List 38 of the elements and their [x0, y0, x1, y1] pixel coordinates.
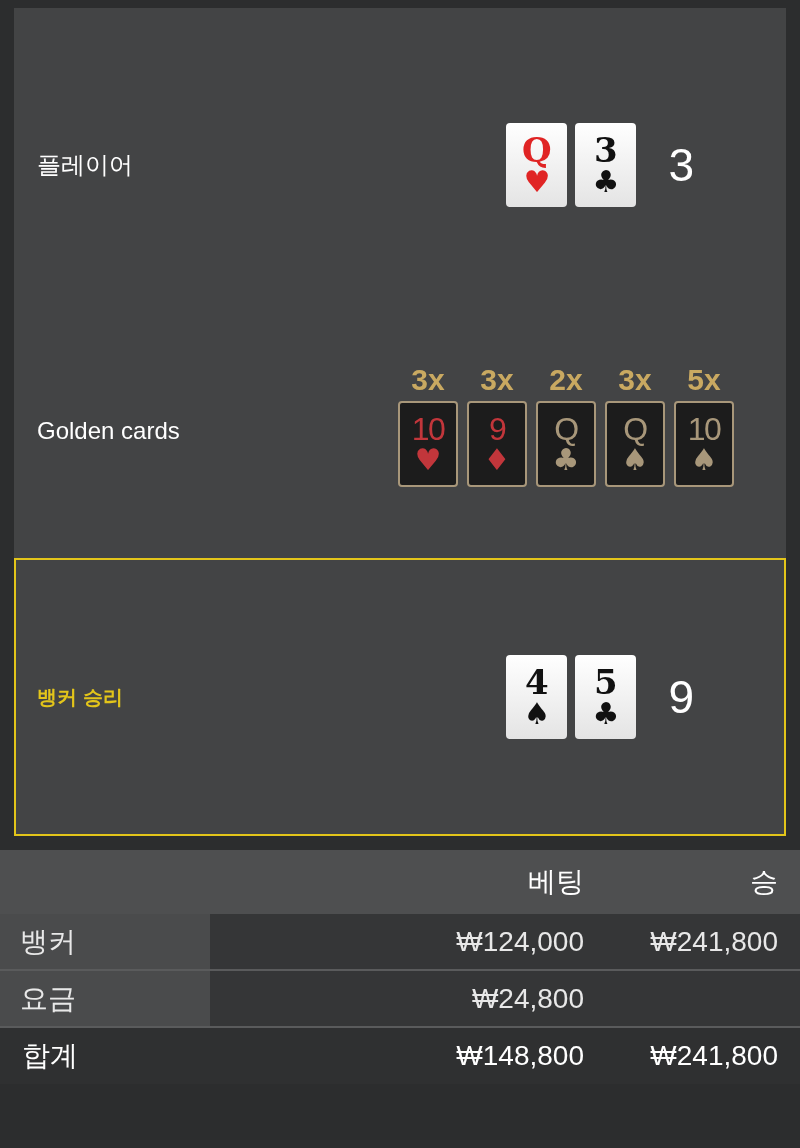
card-rank: Q: [623, 413, 647, 445]
card-suit: ♥: [523, 167, 551, 197]
card-suit: ♣: [592, 167, 620, 197]
card-rank: 9: [488, 413, 506, 445]
card-rank: 4: [525, 665, 549, 699]
card-suit: ♠: [621, 445, 649, 475]
column-header: 베팅: [527, 865, 584, 899]
multiplier-label: 3x: [411, 365, 445, 395]
card-rank: 5: [594, 665, 618, 699]
card-suit: ♣: [592, 699, 620, 729]
card-suit: ♠: [690, 445, 718, 475]
hand-label: 뱅커 승리: [37, 685, 123, 710]
multiplier-label: 3x: [618, 365, 652, 395]
card-rank: 10: [411, 413, 445, 445]
multiplier-label: 5x: [687, 365, 721, 395]
row-label: 요금: [0, 971, 210, 1026]
bet-amount: ₩124,000: [455, 924, 584, 959]
hand-total: 3: [668, 142, 694, 188]
card-suit: ♠: [523, 699, 551, 729]
card-rank: Q: [522, 133, 552, 167]
card-rank: 3: [594, 133, 618, 167]
card-rank: Q: [554, 413, 578, 445]
card-rank: 10: [687, 413, 721, 445]
multiplier-label: 3x: [480, 365, 514, 395]
multiplier-label: 2x: [549, 365, 583, 395]
hand-total: 9: [668, 674, 694, 720]
total-win: ₩241,800: [649, 1039, 778, 1073]
card-suit: ♦: [483, 445, 511, 475]
card-suit: ♣: [552, 445, 580, 475]
win-amount: ₩241,800: [649, 924, 778, 959]
total-bet: ₩148,800: [455, 1039, 584, 1073]
total-label: 합계: [21, 1039, 79, 1073]
hand-label: Golden cards: [37, 416, 180, 446]
bet-amount: ₩24,800: [470, 981, 584, 1016]
row-label: 뱅커: [0, 914, 210, 969]
card-suit: ♥: [414, 445, 442, 475]
hand-label: 플레이어: [37, 150, 133, 180]
column-header: 승: [749, 865, 778, 899]
